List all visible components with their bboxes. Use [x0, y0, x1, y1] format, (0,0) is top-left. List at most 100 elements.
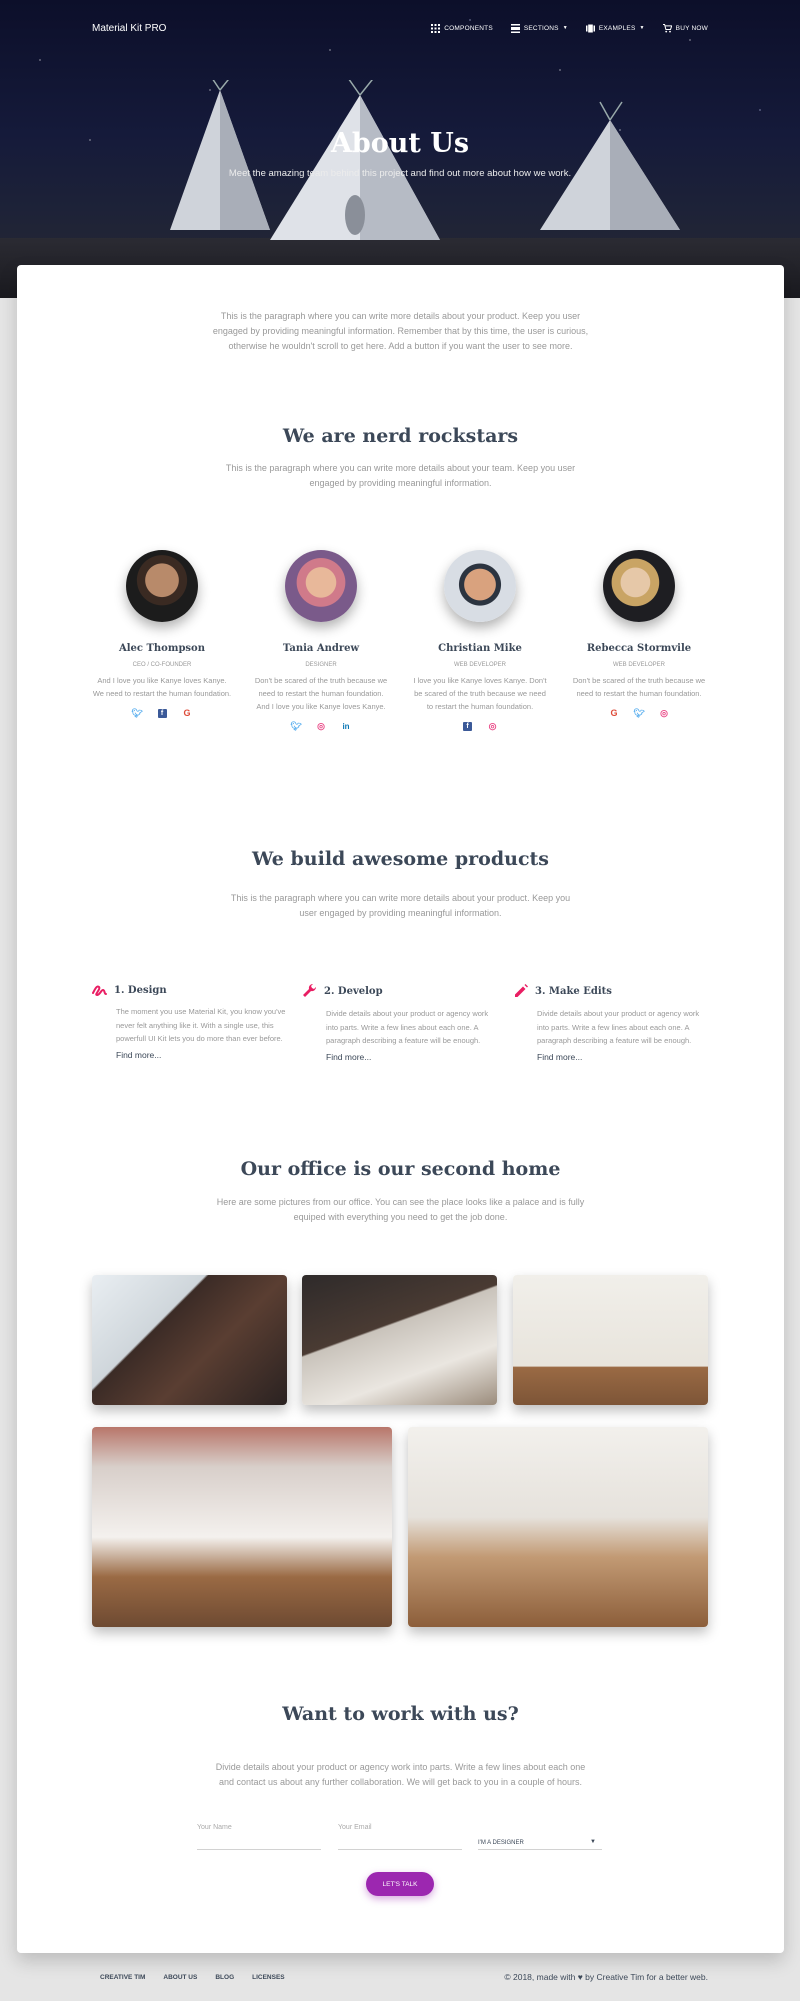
apps-icon	[431, 23, 441, 33]
office-photo	[513, 1275, 708, 1405]
find-more-link[interactable]: Find more...	[513, 1052, 713, 1062]
member-role: Web Developer	[612, 662, 665, 668]
team-member: Alec Thompson CEO / Co-Founder And I lov…	[92, 550, 232, 718]
footer-link-licenses[interactable]: Licenses	[252, 1974, 285, 1981]
heart-icon: ♥	[577, 1972, 583, 1982]
office-description: Here are some pictures from our office. …	[216, 1197, 585, 1222]
dribbble-icon[interactable]: ◎	[660, 709, 669, 718]
caret-down-icon: ▼	[639, 25, 645, 31]
email-field-label: Your Email	[338, 1824, 372, 1831]
feature-description: Divide details about your product or age…	[537, 1009, 700, 1045]
tipi-image	[170, 80, 680, 240]
email-field[interactable]: Your Email	[338, 1820, 462, 1850]
member-description: Don't be scared of the truth because we …	[254, 676, 388, 711]
feature-title: 1. Design	[114, 984, 167, 996]
linkedin-icon[interactable]: in	[342, 722, 351, 731]
dribbble-icon[interactable]: ◎	[488, 722, 497, 731]
member-role: Designer	[305, 662, 337, 668]
member-name: Christian Mike	[438, 643, 522, 654]
footer-link-blog[interactable]: Blog	[215, 1974, 234, 1981]
contact-description: Divide details about your product or age…	[215, 1762, 586, 1787]
member-role: Web Developer	[453, 662, 506, 668]
avatar	[285, 550, 357, 622]
page-subtitle: Meet the amazing team behind this projec…	[228, 168, 572, 179]
main-card: This is the paragraph where you can writ…	[17, 265, 784, 1953]
navbar: Material Kit PRO Components Sections ▼ E…	[92, 18, 708, 38]
feature-description: The moment you use Material Kit, you kno…	[116, 1007, 286, 1043]
twitter-icon[interactable]: 🐦︎	[633, 709, 644, 718]
team-description: This is the paragraph where you can writ…	[225, 463, 576, 488]
team-title: We are nerd rockstars	[282, 425, 519, 447]
feature-item: 3. Make Edits Divide details about your …	[513, 983, 713, 1062]
gesture-icon	[92, 985, 107, 997]
office-photo	[408, 1427, 708, 1627]
google-icon[interactable]: G	[610, 709, 619, 718]
name-field-label: Your Name	[197, 1824, 232, 1831]
team-member: Tania Andrew Designer Don't be scared of…	[251, 550, 391, 731]
lets-talk-button[interactable]: Let's talk	[366, 1872, 434, 1896]
nav-examples-label: Examples	[598, 24, 636, 32]
nav-buy-now[interactable]: Buy Now	[662, 23, 708, 33]
office-photo	[92, 1427, 392, 1627]
twitter-icon[interactable]: 🐦︎	[290, 722, 301, 731]
copyright-prefix: © 2018, made with	[504, 1972, 576, 1982]
brand-logo[interactable]: Material Kit PRO	[92, 23, 166, 34]
nav-examples[interactable]: Examples ▼	[585, 24, 645, 33]
view-day-icon	[510, 23, 520, 33]
social-links: 🐦︎ f G	[92, 709, 232, 718]
feature-title: 2. Develop	[324, 985, 383, 997]
office-title: Our office is our second home	[240, 1158, 561, 1180]
footer-link-about-us[interactable]: About Us	[163, 1974, 197, 1981]
footer-link-creative-tim[interactable]: Creative Tim	[100, 1974, 145, 1981]
avatar	[444, 550, 516, 622]
social-links: 🐦︎ ◎ in	[251, 722, 391, 732]
contact-title: Want to work with us?	[282, 1703, 519, 1725]
social-links: f ◎	[410, 722, 550, 731]
avatar	[126, 550, 198, 622]
office-photo	[302, 1275, 497, 1405]
footer-links: Creative Tim About Us Blog Licenses	[100, 1974, 285, 1981]
intro-paragraph: This is the paragraph where you can writ…	[212, 311, 589, 351]
twitter-icon[interactable]: 🐦︎	[131, 709, 142, 718]
view-carousel-icon	[585, 24, 595, 32]
office-photo	[92, 1275, 287, 1405]
name-field[interactable]: Your Name	[197, 1820, 321, 1850]
team-member: Christian Mike Web Developer I love you …	[410, 550, 550, 731]
copyright: © 2018, made with ♥ by Creative Tim for …	[504, 1972, 708, 1982]
copyright-suffix: by Creative Tim for a better web.	[585, 1972, 708, 1982]
avatar	[603, 550, 675, 622]
footer: Creative Tim About Us Blog Licenses © 20…	[100, 1972, 708, 1982]
find-more-link[interactable]: Find more...	[92, 1050, 292, 1060]
social-links: G 🐦︎ ◎	[569, 709, 709, 718]
hero-header: Material Kit PRO Components Sections ▼ E…	[0, 0, 800, 298]
google-icon[interactable]: G	[183, 709, 192, 718]
nav-buy-now-label: Buy Now	[675, 24, 708, 32]
member-description: Don't be scared of the truth because we …	[572, 676, 706, 698]
member-role: CEO / Co-Founder	[132, 662, 192, 668]
build-icon	[303, 983, 317, 997]
member-description: And I love you like Kanye loves Kanye. W…	[92, 676, 232, 698]
nav-components-label: Components	[444, 24, 493, 32]
dribbble-icon[interactable]: ◎	[317, 722, 326, 731]
facebook-icon[interactable]: f	[157, 709, 167, 718]
products-title: We build awesome products	[252, 848, 549, 870]
feature-item: 2. Develop Divide details about your pro…	[302, 983, 502, 1062]
products-description: This is the paragraph where you can writ…	[230, 893, 571, 918]
find-more-link[interactable]: Find more...	[302, 1052, 502, 1062]
shopping-cart-icon	[662, 23, 672, 32]
role-select[interactable]: I'm a Designer ▼	[478, 1820, 602, 1850]
caret-down-icon: ▼	[562, 25, 568, 31]
caret-down-icon: ▼	[590, 1839, 596, 1845]
member-name: Rebecca Stormvile	[586, 643, 692, 654]
feature-item: 1. Design The moment you use Material Ki…	[92, 983, 292, 1060]
team-member: Rebecca Stormvile Web Developer Don't be…	[569, 550, 709, 718]
nav-sections-label: Sections	[523, 24, 559, 32]
role-select-value: I'm a Designer	[478, 1840, 524, 1846]
facebook-icon[interactable]: f	[463, 722, 472, 731]
nav-sections[interactable]: Sections ▼	[510, 23, 568, 33]
mode-edit-icon	[515, 984, 528, 997]
nav-components[interactable]: Components	[431, 23, 493, 33]
page-title: About Us	[330, 128, 470, 159]
member-name: Tania Andrew	[282, 643, 360, 654]
feature-title: 3. Make Edits	[535, 985, 612, 997]
